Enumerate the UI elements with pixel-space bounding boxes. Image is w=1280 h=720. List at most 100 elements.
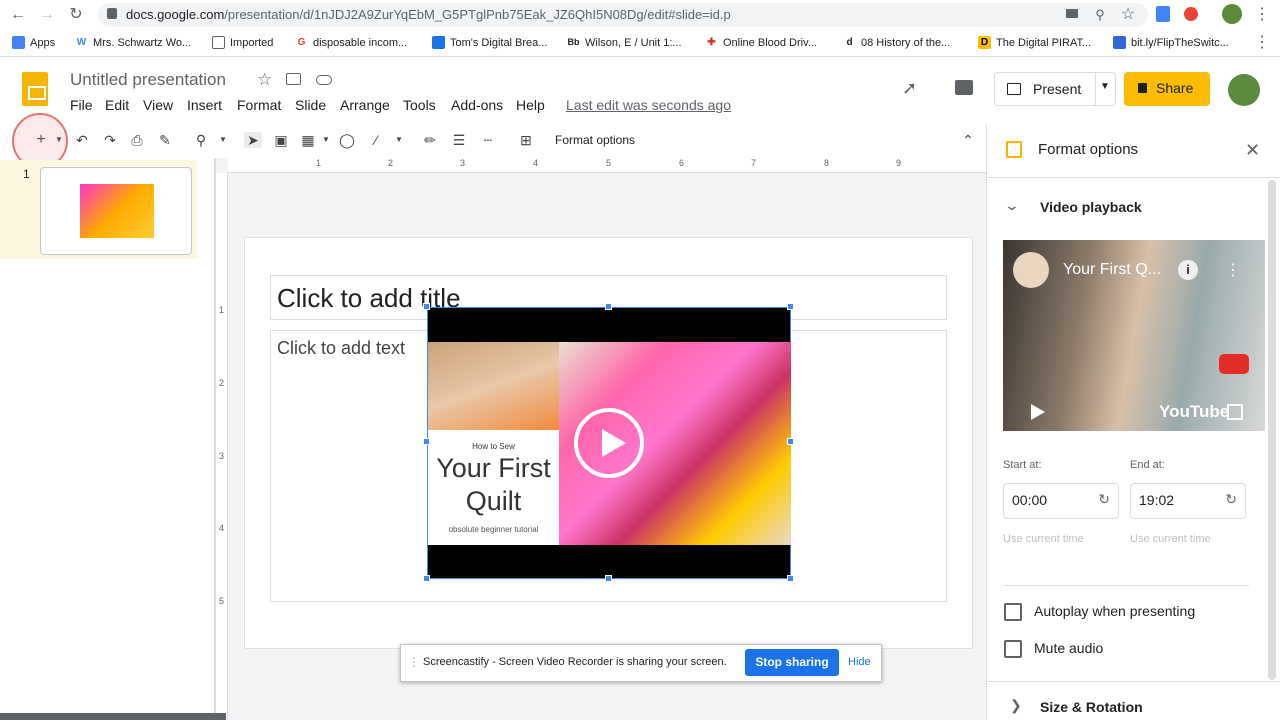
collapse-toolbar-icon[interactable]: ⌃ [959, 132, 977, 148]
menu-format[interactable]: Format [237, 97, 281, 113]
camera-icon[interactable] [1066, 9, 1078, 18]
more-bookmarks-icon[interactable]: ⋮ [1252, 33, 1272, 53]
autoplay-label[interactable]: Autoplay when presenting [1034, 603, 1195, 619]
mute-label[interactable]: Mute audio [1034, 640, 1103, 656]
resize-handle[interactable] [423, 438, 430, 445]
chevron-down-icon[interactable]: ▼ [214, 132, 232, 148]
bookmark-item[interactable]: Bb Wilson, E / Unit 1:... [567, 36, 682, 49]
menu-insert[interactable]: Insert [187, 97, 222, 113]
slides-logo[interactable] [22, 72, 48, 106]
present-button[interactable]: Present ▼ [994, 72, 1116, 106]
chrome-menu-icon[interactable]: ⋮ [1252, 5, 1272, 25]
forward-icon[interactable]: → [37, 5, 57, 25]
share-button[interactable]: Share [1124, 72, 1210, 106]
line-icon[interactable]: ∕ [367, 132, 385, 148]
hide-button[interactable]: Hide [848, 656, 871, 668]
bookmark-item[interactable]: Gdisposable incom... [295, 36, 408, 49]
cloud-status-icon[interactable] [316, 75, 332, 85]
bookmark-item[interactable]: ✚ Online Blood Driv... [705, 36, 817, 49]
bookmark-item[interactable]: d 08 History of the... [843, 36, 950, 49]
activity-trend-icon[interactable]: ➚ [902, 78, 917, 99]
chevron-down-icon[interactable]: ▼ [317, 132, 335, 148]
slide-thumbnail[interactable] [40, 167, 192, 255]
body-placeholder[interactable]: Click to add text [277, 338, 405, 359]
border-dash-icon[interactable]: ┄ [479, 132, 497, 148]
back-icon[interactable]: ← [8, 5, 28, 25]
resize-handle[interactable] [787, 438, 794, 445]
end-time-field[interactable]: 19:02 ↻ [1130, 483, 1246, 519]
chevron-down-icon[interactable]: ▼ [1100, 81, 1110, 92]
bookmark-item[interactable]: bit.ly/FlipTheSwitc... [1113, 36, 1229, 49]
zoom-icon[interactable]: ⚲ [192, 132, 210, 148]
bookmark-item[interactable]: Tom's Digital Brea... [432, 36, 547, 49]
resize-handle[interactable] [787, 303, 794, 310]
last-edit-link[interactable]: Last edit was seconds ago [566, 97, 731, 113]
info-icon[interactable]: i [1178, 260, 1198, 280]
comments-icon[interactable] [955, 80, 973, 95]
embedded-video[interactable]: How to Sew Your First Quilt obsolute beg… [427, 307, 791, 579]
fullscreen-icon[interactable] [1227, 404, 1243, 420]
menu-tools[interactable]: Tools [403, 97, 436, 113]
menu-addons[interactable]: Add-ons [451, 97, 503, 113]
autoplay-checkbox[interactable] [1004, 603, 1022, 621]
bookmark-item[interactable]: W Mrs. Schwartz Wo... [75, 36, 191, 49]
video-preview[interactable]: Your First Q... i ⋮ YouTube [1003, 240, 1265, 431]
text-box-icon[interactable]: ▣ [272, 132, 290, 148]
extension-docs-icon[interactable] [1156, 6, 1170, 22]
start-time-field[interactable]: 00:00 ↻ [1003, 483, 1119, 519]
extension-screencastify-icon[interactable] [1184, 7, 1198, 21]
video-how-to: How to Sew [472, 442, 515, 451]
close-icon[interactable]: ✕ [1245, 140, 1260, 161]
chevron-down-icon[interactable]: ⌄ [1004, 197, 1020, 214]
format-options-button[interactable]: Format options [555, 133, 635, 147]
chevron-down-icon[interactable]: ▼ [390, 132, 408, 148]
refresh-icon[interactable]: ↻ [1225, 491, 1237, 508]
insert-box-icon[interactable]: ⊞ [517, 132, 535, 148]
bookmark-folder[interactable]: Imported [212, 36, 273, 49]
panel-scrollbar[interactable] [1268, 180, 1276, 680]
undo-icon[interactable]: ↶ [73, 132, 91, 148]
menu-help[interactable]: Help [516, 97, 545, 113]
resize-handle[interactable] [423, 303, 430, 310]
pen-icon[interactable]: ✏ [421, 132, 439, 148]
image-icon[interactable]: ▦ [299, 132, 317, 148]
stop-sharing-button[interactable]: Stop sharing [745, 649, 839, 676]
use-current-time-end[interactable]: Use current time [1130, 533, 1211, 545]
resize-handle[interactable] [605, 303, 612, 310]
play-icon[interactable] [1031, 404, 1045, 420]
video-playback-header[interactable]: Video playback [1040, 199, 1142, 215]
select-icon[interactable]: ➤ [244, 132, 262, 148]
star-icon[interactable]: ☆ [257, 70, 272, 90]
shape-icon[interactable]: ◯ [338, 132, 356, 148]
resize-handle[interactable] [423, 575, 430, 582]
more-vert-icon[interactable]: ⋮ [1225, 260, 1241, 280]
menu-view[interactable]: View [143, 97, 173, 113]
play-icon[interactable] [574, 408, 644, 478]
zoom-icon[interactable]: ⚲ [1090, 5, 1110, 25]
menu-edit[interactable]: Edit [105, 97, 129, 113]
profile-avatar[interactable] [1222, 4, 1242, 24]
resize-handle[interactable] [605, 575, 612, 582]
resize-handle[interactable] [787, 575, 794, 582]
refresh-icon[interactable]: ↻ [1098, 491, 1110, 508]
reload-icon[interactable]: ↻ [66, 5, 86, 25]
bookmark-apps[interactable]: Apps [12, 36, 55, 49]
account-avatar[interactable] [1228, 74, 1260, 106]
border-weight-icon[interactable]: ☰ [450, 132, 468, 148]
use-current-time-start[interactable]: Use current time [1003, 533, 1084, 545]
bookmark-item[interactable]: D The Digital PIRAT... [978, 36, 1091, 49]
bookmark-star-icon[interactable]: ☆ [1118, 5, 1138, 25]
paint-format-icon[interactable]: ✎ [156, 132, 174, 148]
menu-slide[interactable]: Slide [295, 97, 326, 113]
size-rotation-header[interactable]: Size & Rotation [1040, 699, 1143, 715]
mute-checkbox[interactable] [1004, 640, 1022, 658]
menu-arrange[interactable]: Arrange [340, 97, 390, 113]
menu-file[interactable]: File [70, 97, 93, 113]
youtube-play-icon[interactable] [1219, 354, 1249, 374]
move-folder-icon[interactable] [286, 73, 301, 85]
print-icon[interactable]: ⎙ [128, 132, 146, 148]
drag-handle-icon[interactable]: ⋮ [408, 655, 420, 669]
doc-title[interactable]: Untitled presentation [70, 70, 226, 90]
chevron-right-icon[interactable]: ❯ [1010, 697, 1022, 714]
redo-icon[interactable]: ↷ [101, 132, 119, 148]
